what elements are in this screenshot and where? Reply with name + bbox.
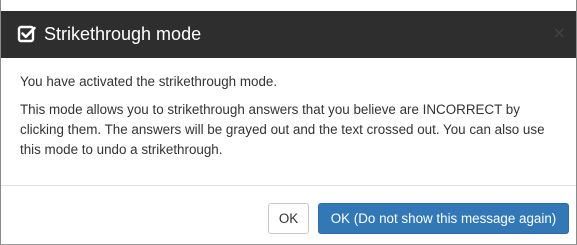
ok-do-not-show-again-button[interactable]: OK (Do not show this message again) bbox=[318, 203, 569, 234]
ok-button[interactable]: OK bbox=[268, 203, 309, 234]
dialog-header: Strikethrough mode × bbox=[1, 11, 576, 58]
dialog-title: Strikethrough mode bbox=[44, 24, 202, 44]
close-icon[interactable]: × bbox=[553, 25, 566, 41]
check-square-icon bbox=[17, 24, 37, 44]
dialog-body: You have activated the strikethrough mod… bbox=[20, 72, 560, 168]
activation-message: You have activated the strikethrough mod… bbox=[20, 74, 278, 89]
footer-divider bbox=[1, 185, 576, 186]
strikethrough-mode-dialog: Strikethrough mode × You have activated … bbox=[0, 0, 577, 245]
mode-description: This mode allows you to strikethrough an… bbox=[20, 102, 545, 157]
